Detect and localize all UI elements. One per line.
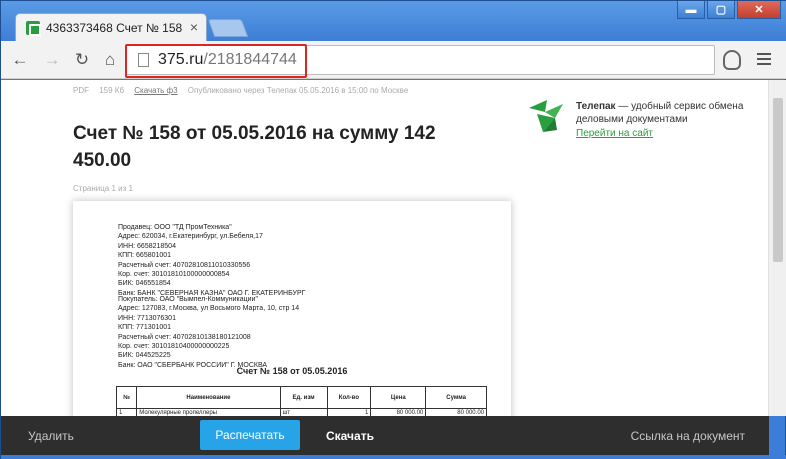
buyer-line: Адрес: 127083, г.Москва, ул Восьмого Мар…	[118, 305, 300, 313]
browser-toolbar: ← → ↻ ⌂ 375.ru/2181844744	[1, 41, 786, 79]
page-counter: Страница 1 из 1	[73, 184, 133, 193]
meta-size: 159 Кб	[99, 86, 125, 95]
meta-download-link[interactable]: Скачать ф3	[134, 86, 177, 95]
browser-tab[interactable]: 4363373468 Счет № 158 от 05.05.2016 ×	[15, 13, 207, 41]
seller-line: КПП: 665801001	[118, 252, 172, 260]
column-header: Кол-во	[326, 386, 372, 409]
home-icon[interactable]: ⌂	[99, 49, 121, 71]
delete-button[interactable]: Удалить	[28, 429, 74, 443]
action-bar: Удалить Распечатать Скачать Ссылка на до…	[1, 416, 769, 455]
minimize-button[interactable]: ▬	[677, 1, 705, 19]
print-button[interactable]: Распечатать	[200, 420, 300, 450]
reload-icon[interactable]: ↻	[71, 49, 93, 71]
table-cell: Молекулярные пропеллеры	[136, 408, 281, 416]
go-to-site-link[interactable]: Перейти на сайт	[576, 127, 756, 140]
table-cell: 80 000.00	[370, 408, 427, 416]
table-header-row: № Наименование Ед. изм Кол-во Цена Сумма	[115, 386, 487, 409]
extension-icon[interactable]	[723, 50, 741, 70]
buyer-line: Покупатель: ОАО "Вымпел-Коммуникации"	[118, 296, 258, 303]
table-cell: 80 000.00	[425, 408, 487, 416]
tab-title: 4363373468 Счет № 158 от 05.05.2016	[46, 21, 182, 35]
document-preview: Продавец: ООО "ТД ПромТехника" Адрес: 620…	[73, 201, 511, 416]
meta-format: PDF	[73, 86, 89, 95]
table-cell: 1	[115, 408, 138, 416]
table-body: 1 Молекулярные пропеллеры шт 1 80 000.00 80 0…	[115, 408, 487, 416]
seller-line: Продавец: ООО "ТД ПромТехника"	[118, 224, 232, 231]
invoice-table: № Наименование Ед. изм Кол-во Цена Сумма 1 Мол…	[115, 386, 487, 416]
column-header: Ед. изм	[279, 386, 328, 409]
buyer-details: Покупатель: ОАО "Вымпел-Коммуникации" Адр…	[118, 295, 299, 370]
column-header: Цена	[370, 386, 427, 409]
page-title: Счет № 158 от 05.05.2016 на сумму 142 45…	[73, 123, 436, 171]
table-row: 1 Молекулярные пропеллеры шт 1 80 000.00 80 0…	[115, 408, 487, 416]
column-header: Наименование	[136, 386, 281, 409]
telepak-logo-icon	[529, 100, 563, 132]
vertical-scrollbar[interactable]	[768, 80, 786, 416]
scroll-thumb[interactable]	[773, 98, 783, 262]
back-arrow-icon[interactable]: ←	[9, 49, 31, 71]
column-header: Сумма	[425, 386, 487, 409]
seller-line: БИК: 046551854	[118, 280, 171, 288]
browser-window: 4363373468 Счет № 158 от 05.05.2016 × ▬ …	[0, 0, 786, 459]
menu-icon[interactable]	[757, 53, 771, 68]
table-cell: шт	[279, 408, 328, 416]
buyer-line: Кор. счет: 30101810400000000225	[118, 343, 230, 351]
buyer-line: ИНН: 7713076301	[118, 314, 176, 322]
window-bottom-edge	[1, 455, 786, 459]
window-controls: ▬ ▢ ✕	[677, 1, 781, 19]
buyer-line: Расчетный счет: 40702810138180121008	[118, 333, 251, 341]
maximize-button[interactable]: ▢	[707, 1, 735, 19]
forward-arrow-icon[interactable]: →	[41, 49, 63, 71]
seller-line: ИНН: 6658218504	[118, 242, 176, 250]
buyer-line: БИК: 044525225	[118, 352, 171, 360]
url-highlight-box	[125, 44, 307, 78]
title-bar: 4363373468 Счет № 158 от 05.05.2016 × ▬ …	[1, 1, 786, 41]
meta-published: Опубликовано через Телепак 05.05.2016 в …	[187, 86, 409, 95]
new-tab-button[interactable]	[207, 19, 249, 37]
buyer-line: КПП: 771301001	[118, 324, 172, 332]
download-button[interactable]: Скачать	[326, 429, 374, 443]
seller-details: Продавец: ООО "ТД ПромТехника" Адрес: 620…	[118, 223, 305, 298]
table-cell: 1	[326, 408, 372, 416]
tab-close-icon[interactable]: ×	[190, 19, 198, 35]
document-meta: PDF 159 Кб Скачать ф3 Опубликовано через…	[73, 86, 416, 95]
close-window-button[interactable]: ✕	[737, 1, 781, 19]
document-link-button[interactable]: Ссылка на документ	[631, 429, 745, 443]
invoice-title: Счет № 158 от 05.05.2016	[236, 366, 348, 376]
seller-line: Расчетный счет: 40702810811010330556	[118, 261, 251, 269]
favicon-icon	[26, 21, 41, 36]
brand-promo: Телепак — удобный сервис обмена деловыми…	[576, 100, 756, 140]
seller-line: Кор. счет: 30101810100000000854	[118, 271, 230, 279]
brand-name: Телепак	[576, 101, 616, 112]
page-content: PDF 159 Кб Скачать ф3 Опубликовано через…	[1, 80, 768, 416]
seller-line: Адрес: 620034, г.Екатеринбург, ул.Бебеля…	[118, 233, 263, 241]
column-header: №	[115, 386, 138, 409]
